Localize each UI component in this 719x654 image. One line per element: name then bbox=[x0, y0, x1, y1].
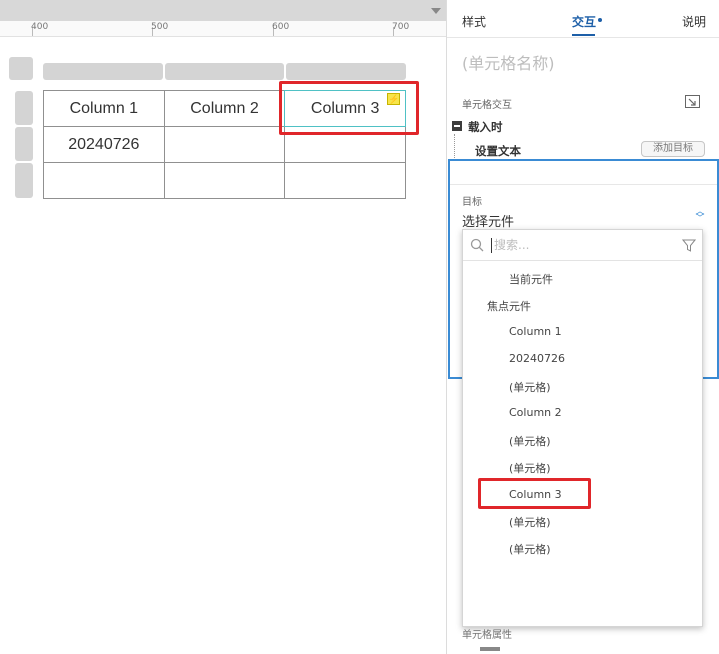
table-cell[interactable]: 20240726 bbox=[43, 126, 165, 163]
annotation-highlight-cell bbox=[279, 81, 419, 135]
table-cell[interactable]: Column 2 bbox=[163, 90, 286, 127]
ruler-label-400: 400 bbox=[31, 22, 49, 32]
dropdown-item[interactable]: (单元格) bbox=[509, 433, 551, 449]
table-select-handle[interactable] bbox=[9, 57, 33, 80]
dropdown-item[interactable]: (单元格) bbox=[509, 460, 551, 476]
cell-name-field[interactable]: (单元格名称) bbox=[462, 50, 555, 74]
column-handle-1[interactable] bbox=[43, 63, 163, 80]
text-caret bbox=[491, 238, 492, 253]
dropdown-item[interactable]: (单元格) bbox=[509, 379, 551, 395]
dropdown-search-bar bbox=[463, 230, 702, 261]
tab-interactions[interactable]: 交互 bbox=[572, 13, 602, 36]
dropdown-item-current-widget[interactable]: 当前元件 bbox=[509, 271, 553, 287]
inspector-tabs: 样式 交互 说明 bbox=[447, 0, 719, 38]
column-handle-3[interactable] bbox=[286, 63, 406, 80]
row-handle-1[interactable] bbox=[15, 91, 33, 125]
table-cell[interactable] bbox=[284, 162, 406, 199]
row-handle-2[interactable] bbox=[15, 127, 33, 161]
dropdown-item[interactable]: (单元格) bbox=[509, 541, 551, 557]
filter-icon[interactable] bbox=[682, 239, 696, 252]
column-handle-2[interactable] bbox=[165, 63, 284, 80]
divider bbox=[450, 184, 717, 185]
dropdown-search-input[interactable] bbox=[494, 236, 664, 254]
table-cell[interactable] bbox=[163, 126, 286, 163]
row-handle-3[interactable] bbox=[15, 163, 33, 198]
target-label: 目标 bbox=[462, 197, 482, 208]
annotation-highlight-item bbox=[478, 478, 591, 509]
ruler-label-700: 700 bbox=[392, 22, 410, 32]
table-cell[interactable]: Column 1 bbox=[43, 90, 165, 127]
ruler-label-600: 600 bbox=[272, 22, 290, 32]
ruler-label-500: 500 bbox=[151, 22, 169, 32]
add-target-button[interactable]: 添加目标 bbox=[641, 141, 705, 157]
search-icon bbox=[470, 238, 484, 252]
table-cell[interactable] bbox=[43, 162, 165, 199]
canvas-top-bar bbox=[0, 0, 446, 21]
tree-connector bbox=[454, 134, 455, 158]
section-title: 单元格交互 bbox=[462, 100, 512, 111]
tab-underline bbox=[572, 34, 595, 36]
target-select[interactable]: 选择元件 bbox=[462, 211, 514, 230]
dropdown-item[interactable]: Column 1 bbox=[509, 325, 562, 338]
target-dropdown: 当前元件 焦点元件 Column 1 20240726 (单元格) Column… bbox=[462, 229, 703, 627]
event-on-load[interactable]: 载入时 bbox=[468, 119, 503, 135]
panel-partial-text bbox=[480, 647, 500, 651]
cell-properties-label: 单元格属性 bbox=[462, 630, 512, 641]
table-row bbox=[43, 162, 406, 199]
tab-interactions-label: 交互 bbox=[572, 15, 597, 29]
tab-notes[interactable]: 说明 bbox=[682, 13, 706, 30]
design-canvas[interactable]: 400 500 600 700 Column 1 Column 2 Column… bbox=[0, 0, 446, 654]
tab-style[interactable]: 样式 bbox=[462, 13, 486, 30]
dropdown-item[interactable]: (单元格) bbox=[509, 514, 551, 530]
chevron-updown-icon[interactable]: ︿ ﹀ bbox=[695, 208, 705, 225]
horizontal-ruler: 400 500 600 700 bbox=[0, 21, 446, 37]
dropdown-item[interactable]: 20240726 bbox=[509, 352, 565, 365]
indicator-dot bbox=[598, 18, 602, 22]
dropdown-group-focus-widget[interactable]: 焦点元件 bbox=[487, 298, 531, 314]
expand-corner-icon[interactable] bbox=[685, 95, 700, 108]
action-set-text[interactable]: 设置文本 bbox=[475, 143, 521, 159]
caret-down-icon[interactable] bbox=[431, 8, 441, 14]
collapse-minus-icon[interactable] bbox=[452, 121, 462, 131]
table-cell[interactable] bbox=[163, 162, 286, 199]
dropdown-item[interactable]: Column 2 bbox=[509, 406, 562, 419]
